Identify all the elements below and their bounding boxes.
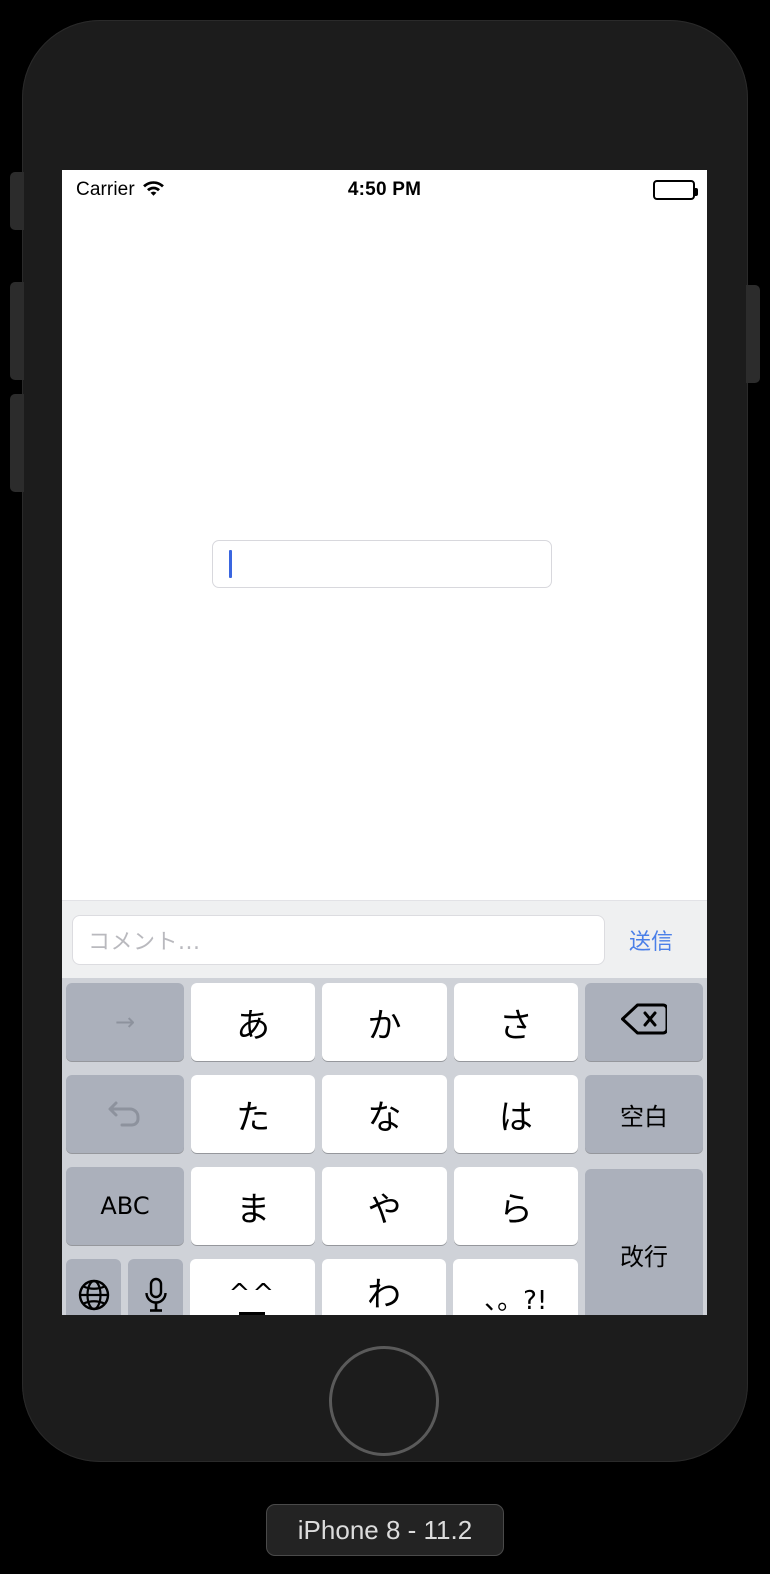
undo-icon xyxy=(106,1094,144,1134)
comment-accessory-bar: コメント... 送信 xyxy=(62,900,707,978)
kana-key-wa[interactable]: わ xyxy=(321,1259,447,1315)
emoticon-key[interactable]: ^^ xyxy=(190,1259,315,1315)
home-button[interactable] xyxy=(329,1346,439,1456)
kana-key-ta[interactable]: た xyxy=(191,1075,316,1153)
kana-key-ha[interactable]: は xyxy=(453,1075,578,1153)
abc-keyboard-key[interactable]: ABC xyxy=(66,1167,184,1245)
return-key[interactable]: 改行 xyxy=(585,1169,703,1315)
dictation-key[interactable] xyxy=(128,1259,183,1315)
mute-switch-button[interactable] xyxy=(10,172,24,230)
volume-up-button[interactable] xyxy=(10,282,24,380)
undo-key[interactable] xyxy=(66,1075,184,1153)
kana-key-na[interactable]: な xyxy=(322,1075,447,1153)
status-bar-right xyxy=(653,180,698,200)
backspace-icon xyxy=(620,1002,669,1042)
kana-key-ra[interactable]: ら xyxy=(453,1167,578,1245)
kana-key-ya[interactable]: や xyxy=(322,1167,447,1245)
send-button[interactable]: 送信 xyxy=(605,924,697,956)
keyboard-row-2: た な は 空白 xyxy=(66,1075,703,1153)
text-cursor xyxy=(229,550,232,578)
status-bar-time: 4:50 PM xyxy=(347,179,422,200)
comment-input[interactable]: コメント... xyxy=(72,914,605,965)
kana-key-ma[interactable]: ま xyxy=(191,1167,316,1245)
device-screen: Carrier 4:50 PM コメント... 送信 → あ か さ た な は… xyxy=(62,170,707,1315)
space-key[interactable]: 空白 xyxy=(584,1075,703,1153)
keyboard: → あ か さ た な は 空白 ABC ま や ら ^^ わ 、。?! 改行 xyxy=(62,978,707,1315)
emoticon-underline xyxy=(239,1312,266,1315)
main-text-field[interactable] xyxy=(212,540,552,588)
next-candidate-key[interactable]: → xyxy=(66,983,184,1061)
simulator-window: Carrier 4:50 PM コメント... 送信 → あ か さ た な は… xyxy=(0,0,770,1574)
simulator-device-label: iPhone 8 - 11.2 xyxy=(266,1504,504,1556)
keyboard-row-1: → あ か さ xyxy=(66,983,703,1061)
kana-key-wa-label: わ xyxy=(367,1275,401,1315)
power-button[interactable] xyxy=(746,285,760,383)
emoticon-key-label: ^^ xyxy=(228,1279,277,1309)
kana-key-sa[interactable]: さ xyxy=(453,983,578,1061)
content-area xyxy=(62,210,707,900)
globe-key[interactable] xyxy=(66,1259,121,1315)
kana-key-ka[interactable]: か xyxy=(322,983,447,1061)
punctuation-key[interactable]: 、。?! xyxy=(453,1259,579,1315)
kana-key-a[interactable]: あ xyxy=(191,983,316,1061)
globe-icon xyxy=(77,1278,111,1315)
microphone-icon xyxy=(143,1277,169,1315)
status-bar: Carrier 4:50 PM xyxy=(62,170,707,210)
volume-down-button[interactable] xyxy=(10,394,24,492)
battery-full-icon xyxy=(653,180,698,200)
delete-key[interactable] xyxy=(584,983,703,1061)
